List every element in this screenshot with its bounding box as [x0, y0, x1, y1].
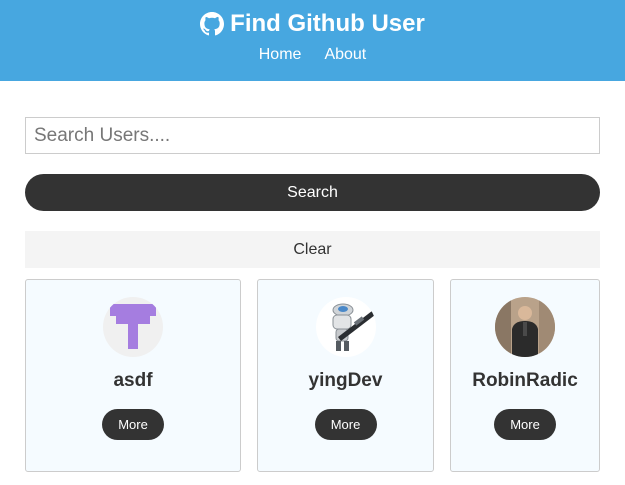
user-avatar	[315, 297, 376, 357]
user-avatar	[495, 297, 555, 357]
nav-links: Home About	[0, 46, 625, 64]
github-icon	[200, 12, 225, 36]
more-button[interactable]: More	[314, 409, 377, 440]
nav-link-home[interactable]: Home	[259, 46, 302, 64]
nav-link-about[interactable]: About	[324, 46, 366, 64]
user-card-yingdev: yingDev More	[257, 279, 434, 472]
username: RobinRadic	[472, 370, 578, 391]
brand: Find Github User	[0, 10, 625, 38]
person-photo-avatar	[495, 297, 555, 357]
more-button[interactable]: More	[494, 409, 556, 440]
user-card-robinradic: RobinRadic More	[450, 279, 600, 472]
clear-button[interactable]: Clear	[25, 231, 600, 268]
app-title: Find Github User	[230, 10, 425, 37]
username: asdf	[113, 370, 153, 391]
navbar: Find Github User Home About	[0, 0, 625, 81]
search-input[interactable]	[25, 117, 600, 154]
identicon-avatar	[103, 297, 163, 357]
user-card-asdf: asdf More	[25, 279, 241, 472]
user-avatar	[103, 297, 163, 357]
username: yingDev	[308, 370, 383, 391]
search-button[interactable]: Search	[25, 174, 600, 211]
robot-avatar	[315, 297, 376, 357]
more-button[interactable]: More	[102, 409, 164, 440]
